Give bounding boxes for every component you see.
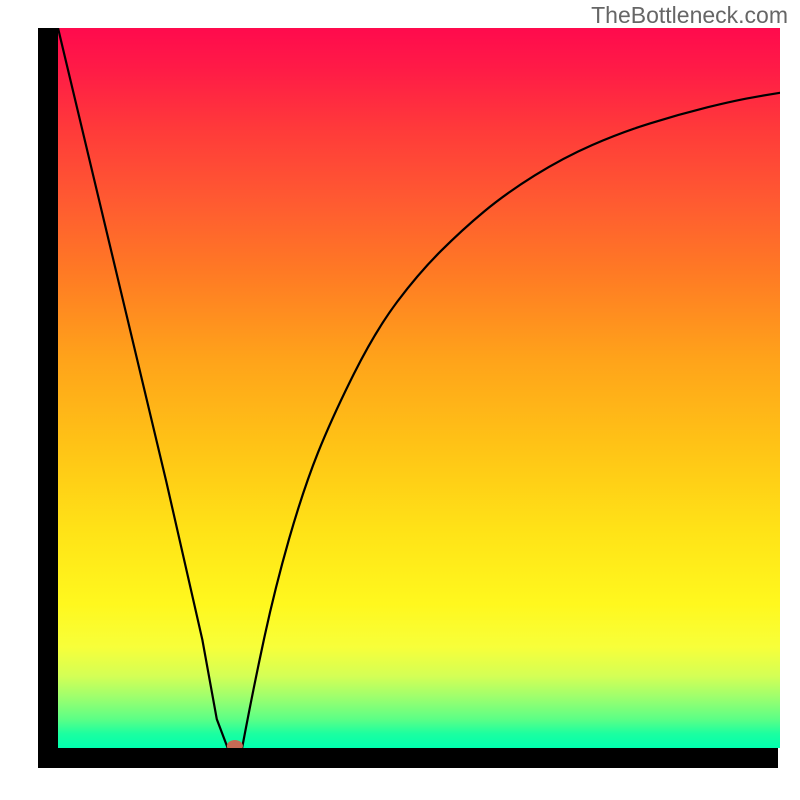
min-marker bbox=[227, 740, 243, 748]
curve-right-branch bbox=[242, 93, 780, 748]
watermark: TheBottleneck.com bbox=[591, 2, 788, 29]
curve-left-branch bbox=[58, 28, 228, 748]
plot-area bbox=[58, 28, 780, 748]
curve-layer bbox=[58, 28, 780, 748]
